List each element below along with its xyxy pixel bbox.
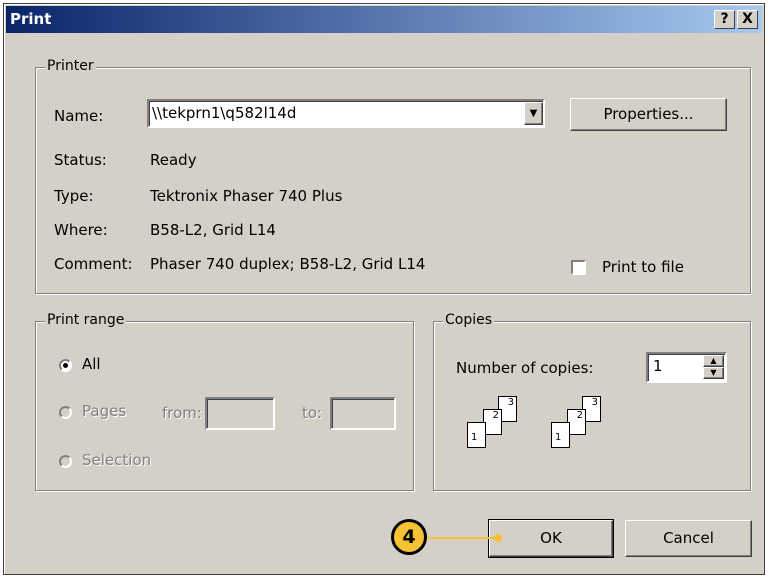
title-bar[interactable]: Print ? X	[6, 6, 762, 33]
cancel-button[interactable]: Cancel	[625, 520, 752, 557]
copies-spinner[interactable]: 1 ▲ ▼	[646, 352, 727, 383]
copies-value: 1	[653, 357, 663, 375]
collate-icon: 3 2 1	[544, 394, 614, 454]
comment-value: Phaser 740 duplex; B58-L2, Grid L14	[150, 255, 426, 273]
type-label: Type:	[54, 187, 94, 205]
selection-label[interactable]: Selection	[82, 451, 151, 469]
type-value: Tektronix Phaser 740 Plus	[150, 187, 343, 205]
callout-step-badge: 4	[391, 519, 427, 555]
printer-legend: Printer	[45, 58, 96, 74]
callout-line	[424, 537, 498, 539]
from-input[interactable]	[205, 397, 275, 430]
ok-button[interactable]: OK	[488, 519, 614, 558]
radio-pages[interactable]	[59, 406, 72, 419]
status-label: Status:	[54, 151, 107, 169]
callout-line-dot	[494, 534, 502, 542]
print-to-file-checkbox[interactable]	[571, 260, 586, 275]
where-value: B58-L2, Grid L14	[150, 221, 276, 239]
from-label: from:	[162, 404, 202, 422]
dropdown-arrow-icon[interactable]: ▼	[524, 102, 543, 125]
spin-up-icon[interactable]: ▲	[703, 355, 724, 367]
pages-label[interactable]: Pages	[82, 402, 126, 420]
collate-icon: 3 2 1	[460, 394, 530, 454]
to-label: to:	[302, 404, 323, 422]
comment-label: Comment:	[54, 255, 133, 273]
radio-selection[interactable]	[59, 455, 72, 468]
printer-name-select[interactable]: \\tekprn1\q582l14d ▼	[147, 99, 545, 128]
status-value: Ready	[150, 151, 197, 169]
properties-button[interactable]: Properties...	[570, 98, 727, 131]
close-button[interactable]: X	[737, 10, 758, 29]
to-input[interactable]	[330, 397, 396, 430]
number-of-copies-label: Number of copies:	[456, 359, 594, 377]
printer-name-value: \\tekprn1\q582l14d	[152, 104, 297, 122]
print-range-legend: Print range	[45, 312, 127, 328]
where-label: Where:	[54, 221, 108, 239]
print-dialog: Print ? X Printer Name: \\tekprn1\q582l1…	[3, 3, 765, 575]
print-to-file-label[interactable]: Print to file	[602, 258, 684, 276]
radio-all[interactable]	[59, 359, 72, 372]
name-label: Name:	[54, 107, 104, 125]
spin-down-icon[interactable]: ▼	[703, 367, 724, 379]
window-title: Print	[10, 10, 52, 28]
help-button[interactable]: ?	[714, 10, 735, 29]
all-label[interactable]: All	[82, 355, 101, 373]
copies-legend: Copies	[443, 312, 495, 328]
